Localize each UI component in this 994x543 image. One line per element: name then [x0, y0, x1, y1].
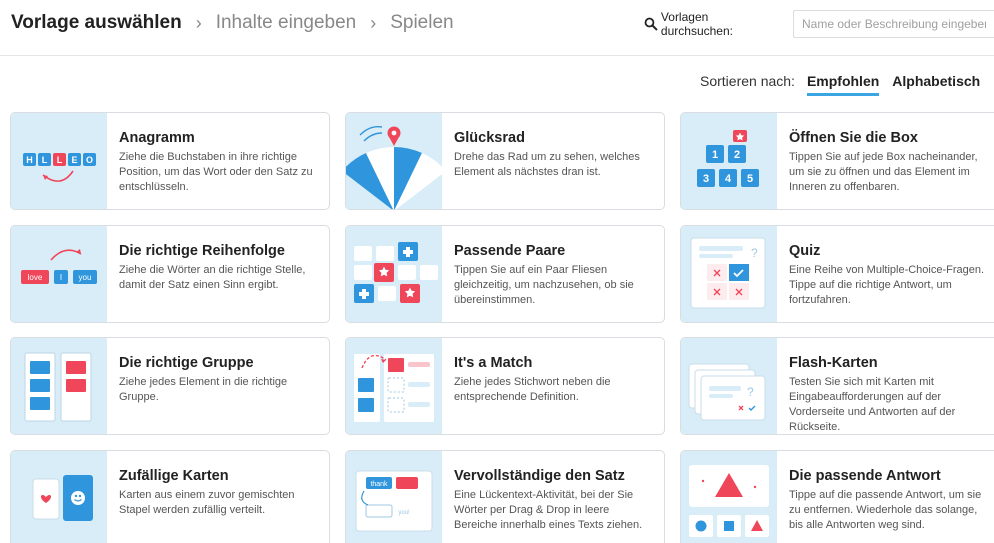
template-card-order[interactable]: love I you Die richtige Reihenfolge Zieh…: [10, 225, 330, 323]
template-card-pairs[interactable]: Passende Paare Tippen Sie auf ein Paar F…: [345, 225, 665, 323]
box-number: 4: [725, 173, 732, 185]
template-card-matching-answer[interactable]: Die passende Antwort Tippe auf die passe…: [680, 450, 994, 543]
order-word: I: [60, 273, 62, 282]
sort-label: Sortieren nach:: [700, 73, 795, 89]
search-input[interactable]: [793, 10, 994, 38]
template-title: Anagramm: [119, 130, 195, 146]
order-word: you: [79, 273, 92, 282]
box-number: 2: [734, 149, 740, 161]
template-card-group[interactable]: Die richtige Gruppe Ziehe jedes Element …: [10, 337, 330, 435]
step-enter-content[interactable]: Inhalte eingeben: [216, 12, 357, 34]
template-description: Eine Reihe von Multiple-Choice-Fragen. T…: [789, 264, 985, 306]
match-icon: [354, 354, 434, 422]
order-icon: love I you: [21, 249, 97, 284]
template-description: Eine Lückentext-Aktivität, bei der Sie W…: [454, 489, 643, 531]
anagram-letter: L: [57, 155, 63, 165]
template-description: Ziehe die Buchstaben in ihre richtige Po…: [119, 151, 313, 193]
search-label: Vorlagen durchsuchen:: [660, 10, 733, 38]
pairs-icon: [354, 242, 438, 303]
template-title: Öffnen Sie die Box: [789, 130, 918, 146]
thumbnail: H L L E O: [11, 113, 107, 209]
thumbnail: [11, 451, 107, 543]
breadcrumb-separator: ›: [370, 12, 377, 33]
template-title: Vervollständige den Satz: [454, 468, 625, 484]
template-description: Ziehe die Wörter an die richtige Stelle,…: [119, 264, 306, 291]
sentence-word: thank: [370, 481, 388, 488]
flashcards-icon: ?: [688, 363, 766, 421]
template-card-wheel[interactable]: Glücksrad Drehe das Rad um zu sehen, wel…: [345, 112, 665, 210]
group-icon: [24, 352, 92, 422]
template-card-match[interactable]: It's a Match Ziehe jedes Stichwort neben…: [345, 337, 665, 435]
template-title: Flash-Karten: [789, 355, 878, 371]
order-word: love: [28, 273, 43, 282]
template-description: Tippen Sie auf ein Paar Fliesen gleichze…: [454, 264, 634, 306]
search-icon: [644, 17, 658, 31]
sort-bar: Sortieren nach: Empfohlen Alphabetisch: [700, 73, 993, 96]
template-title: Die richtige Gruppe: [119, 355, 254, 371]
template-title: Die passende Antwort: [789, 468, 941, 484]
thumbnail: love I you: [11, 226, 107, 322]
quiz-icon: ?: [690, 237, 766, 309]
template-title: Zufällige Karten: [119, 468, 229, 484]
step-play[interactable]: Spielen: [390, 12, 453, 34]
boxes-icon: 1 2 3 4 5: [697, 130, 759, 187]
template-description: Tippen Sie auf jede Box nacheinander, um…: [789, 151, 978, 193]
step-choose-template[interactable]: Vorlage auswählen: [11, 12, 182, 34]
thumbnail: [346, 338, 442, 434]
complete-sentence-icon: thank you!: [355, 470, 433, 532]
thumbnail: ?: [681, 338, 777, 434]
sentence-word: you!: [398, 510, 410, 516]
template-description: Ziehe jedes Element in die richtige Grup…: [119, 376, 288, 403]
thumbnail: 1 2 3 4 5: [681, 113, 777, 209]
template-title: Passende Paare: [454, 243, 566, 259]
template-card-flashcards[interactable]: ? Flash-Karten Testen Sie sich mit Karte…: [680, 337, 994, 435]
template-title: Die richtige Reihenfolge: [119, 243, 285, 259]
anagram-letter: E: [71, 155, 77, 165]
box-number: 1: [712, 149, 718, 161]
thumbnail: [346, 226, 442, 322]
wheel-icon: [346, 125, 442, 209]
thumbnail: [681, 451, 777, 543]
thumbnail: [346, 113, 442, 209]
breadcrumb: Vorlage auswählen › Inhalte eingeben › S…: [11, 12, 454, 34]
box-number: 5: [747, 173, 753, 185]
template-description: Karten aus einem zuvor gemischten Stapel…: [119, 489, 295, 516]
random-cards-icon: [32, 475, 93, 521]
search-bar: Vorlagen durchsuchen:: [644, 10, 994, 38]
anagram-letter: L: [42, 155, 48, 165]
thumbnail: thank you!: [346, 451, 442, 543]
svg-text:?: ?: [751, 246, 758, 260]
thumbnail: [11, 338, 107, 434]
template-description: Ziehe jedes Stichwort neben die entsprec…: [454, 376, 611, 403]
svg-text:?: ?: [747, 385, 754, 399]
template-card-open-box[interactable]: 1 2 3 4 5 Öffnen Sie die Box Tippen Sie …: [680, 112, 994, 210]
template-title: Glücksrad: [454, 130, 525, 146]
sort-option-recommended[interactable]: Empfohlen: [806, 73, 880, 96]
anagram-letter: O: [86, 155, 93, 165]
template-card-complete-sentence[interactable]: thank you! Vervollständige den Satz Eine…: [345, 450, 665, 543]
template-card-anagram[interactable]: H L L E O Anagramm Ziehe die Buchstaben …: [10, 112, 330, 210]
box-number: 3: [703, 173, 709, 185]
sort-option-alphabetical[interactable]: Alphabetisch: [892, 73, 980, 93]
template-description: Drehe das Rad um zu sehen, welches Eleme…: [454, 151, 640, 178]
anagram-letter: H: [26, 155, 33, 165]
template-description: Tippe auf die passende Antwort, um sie z…: [789, 489, 982, 531]
template-title: Quiz: [789, 243, 821, 259]
template-card-random-cards[interactable]: Zufällige Karten Karten aus einem zuvor …: [10, 450, 330, 543]
template-title: It's a Match: [454, 355, 533, 371]
top-bar: Vorlage auswählen › Inhalte eingeben › S…: [0, 0, 994, 56]
anagram-icon: H L L E O: [23, 153, 96, 182]
thumbnail: ?: [681, 226, 777, 322]
template-description: Testen Sie sich mit Karten mit Eingabeau…: [789, 376, 956, 433]
breadcrumb-separator: ›: [195, 12, 202, 33]
template-card-quiz[interactable]: ? Quiz Eine Reihe von Multiple-Choice-Fr…: [680, 225, 994, 323]
matching-answer-icon: [689, 465, 769, 537]
